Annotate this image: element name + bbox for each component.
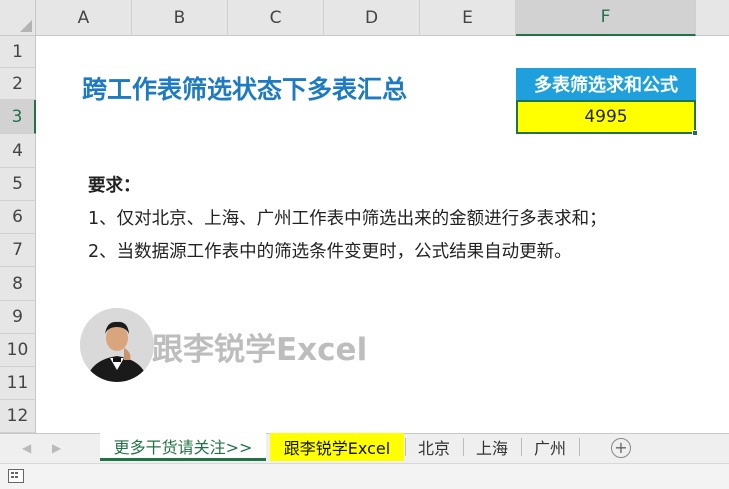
- add-sheet-icon[interactable]: +: [611, 438, 631, 458]
- macro-record-icon[interactable]: [8, 468, 24, 483]
- column-header-b[interactable]: B: [132, 0, 228, 36]
- watermark-logo-text: 跟李锐学Excel: [152, 332, 368, 368]
- requirements-heading[interactable]: 要求：: [88, 172, 141, 197]
- row-header-8[interactable]: 8: [0, 267, 36, 301]
- fill-handle[interactable]: [692, 130, 698, 136]
- sheet-tab-shanghai[interactable]: 上海: [464, 433, 520, 461]
- formula-result-cell[interactable]: 4995: [516, 100, 696, 134]
- requirement-1[interactable]: 1、仅对北京、上海、广州工作表中筛选出来的金额进行多表求和；: [88, 205, 607, 230]
- select-all-corner[interactable]: [0, 0, 36, 36]
- row-header-1[interactable]: 1: [0, 36, 36, 68]
- column-header-f[interactable]: F: [516, 0, 696, 36]
- sheet-title[interactable]: 跨工作表筛选状态下多表汇总: [82, 70, 407, 106]
- avatar: [80, 308, 154, 382]
- column-header-c[interactable]: C: [228, 0, 324, 36]
- sheet-tab-beijing[interactable]: 北京: [406, 433, 462, 461]
- sheet-tab-guangzhou[interactable]: 广州: [522, 433, 578, 461]
- requirement-2[interactable]: 2、当数据源工作表中的筛选条件变更时，公式结果自动更新。: [88, 238, 572, 263]
- scroll-tabs-right-icon[interactable]: ▶: [52, 441, 61, 455]
- row-header-2[interactable]: 2: [0, 68, 36, 100]
- column-header-g[interactable]: [696, 0, 729, 36]
- row-header-4[interactable]: 4: [0, 134, 36, 168]
- row-header-12[interactable]: 12: [0, 400, 36, 433]
- tab-divider: [579, 438, 580, 456]
- row-header-3[interactable]: 3: [0, 100, 36, 134]
- sheet-tab-follow[interactable]: 更多干货请关注>>: [100, 433, 266, 461]
- scroll-tabs-left-icon[interactable]: ◀: [22, 441, 31, 455]
- sheet-tab-genlirui[interactable]: 跟李锐学Excel: [270, 433, 404, 461]
- row-header-11[interactable]: 11: [0, 367, 36, 400]
- row-header-5[interactable]: 5: [0, 168, 36, 201]
- row-header-6[interactable]: 6: [0, 201, 36, 234]
- column-header-a[interactable]: A: [36, 0, 132, 36]
- row-header-7[interactable]: 7: [0, 234, 36, 267]
- status-bar: [0, 463, 729, 489]
- row-header-10[interactable]: 10: [0, 334, 36, 367]
- row-header-9[interactable]: 9: [0, 301, 36, 334]
- column-header-d[interactable]: D: [324, 0, 420, 36]
- formula-header-cell[interactable]: 多表筛选求和公式: [516, 68, 696, 100]
- column-header-e[interactable]: E: [420, 0, 516, 36]
